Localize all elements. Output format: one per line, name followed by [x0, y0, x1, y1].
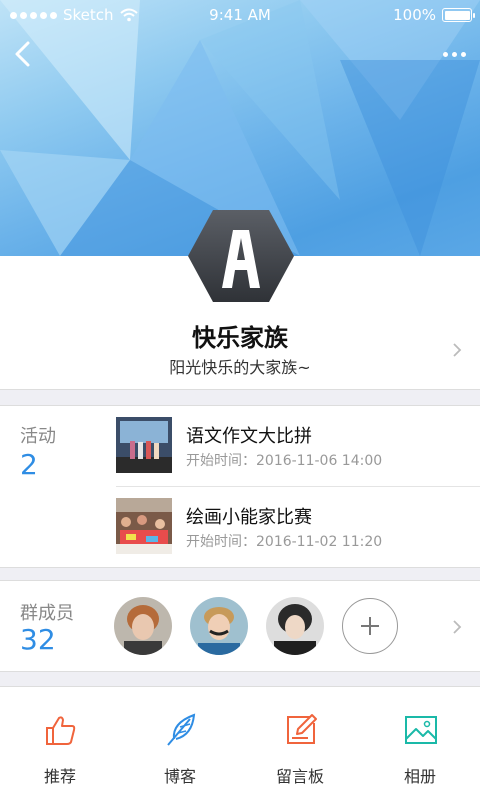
add-member-button[interactable]: [342, 598, 398, 654]
members-count: 32: [20, 623, 56, 656]
feather-icon: [167, 713, 196, 746]
battery-info: 100%: [393, 6, 475, 24]
battery-percent: 100%: [393, 6, 436, 24]
more-dot: [442, 51, 448, 57]
thumbs-up-icon: [46, 716, 76, 745]
activity-item[interactable]: 语文作文大比拼 开始时间：2016-11-06 14:00: [116, 406, 480, 486]
activity-thumbnail: [116, 417, 172, 473]
edit-note-icon: [287, 714, 317, 744]
tab-blog[interactable]: 博客: [120, 687, 240, 800]
activity-item[interactable]: 绘画小能家比赛 开始时间：2016-11-02 11:20: [116, 487, 480, 567]
tab-message-board[interactable]: 留言板: [240, 687, 360, 800]
battery-icon: [442, 8, 475, 22]
chevron-left-icon: [15, 41, 30, 67]
back-button[interactable]: [8, 38, 40, 70]
members-label: 群成员: [20, 603, 74, 624]
tab-label: 博客: [163, 767, 196, 786]
group-logo: [188, 210, 294, 302]
more-dot: [460, 51, 466, 57]
member-avatar[interactable]: [114, 597, 172, 655]
activities-section: 活动 2 语文作文大比拼 开始时间：2016-11-06 14:00 绘画小能家…: [0, 405, 480, 568]
activity-title: 绘画小能家比赛: [186, 507, 312, 528]
activity-time: 开始时间：2016-11-06 14:00: [186, 453, 383, 469]
tab-label: 相册: [403, 767, 436, 786]
members-section[interactable]: 群成员 32: [0, 580, 480, 672]
activity-time: 开始时间：2016-11-02 11:20: [186, 534, 383, 550]
activities-count: 2: [20, 448, 38, 481]
activity-thumbnail: [116, 498, 172, 554]
member-avatar[interactable]: [190, 597, 248, 655]
more-dot: [451, 51, 457, 57]
tab-recommend[interactable]: 推荐: [0, 687, 120, 800]
bottom-tab-bar: 推荐 博客 留言板 相册: [0, 686, 480, 800]
tab-label: 推荐: [43, 767, 76, 786]
activities-label: 活动: [20, 426, 56, 447]
member-avatar[interactable]: [266, 597, 324, 655]
more-button[interactable]: [438, 42, 470, 66]
photo-icon: [405, 716, 437, 744]
tab-label: 留言板: [275, 767, 324, 786]
tab-album[interactable]: 相册: [360, 687, 480, 800]
group-name: 快乐家族: [192, 324, 288, 352]
status-bar: Sketch 9:41 AM 100%: [0, 0, 480, 30]
group-description: 阳光快乐的大家族~: [169, 358, 311, 377]
chevron-right-icon: [453, 620, 462, 634]
activity-title: 语文作文大比拼: [186, 426, 312, 447]
